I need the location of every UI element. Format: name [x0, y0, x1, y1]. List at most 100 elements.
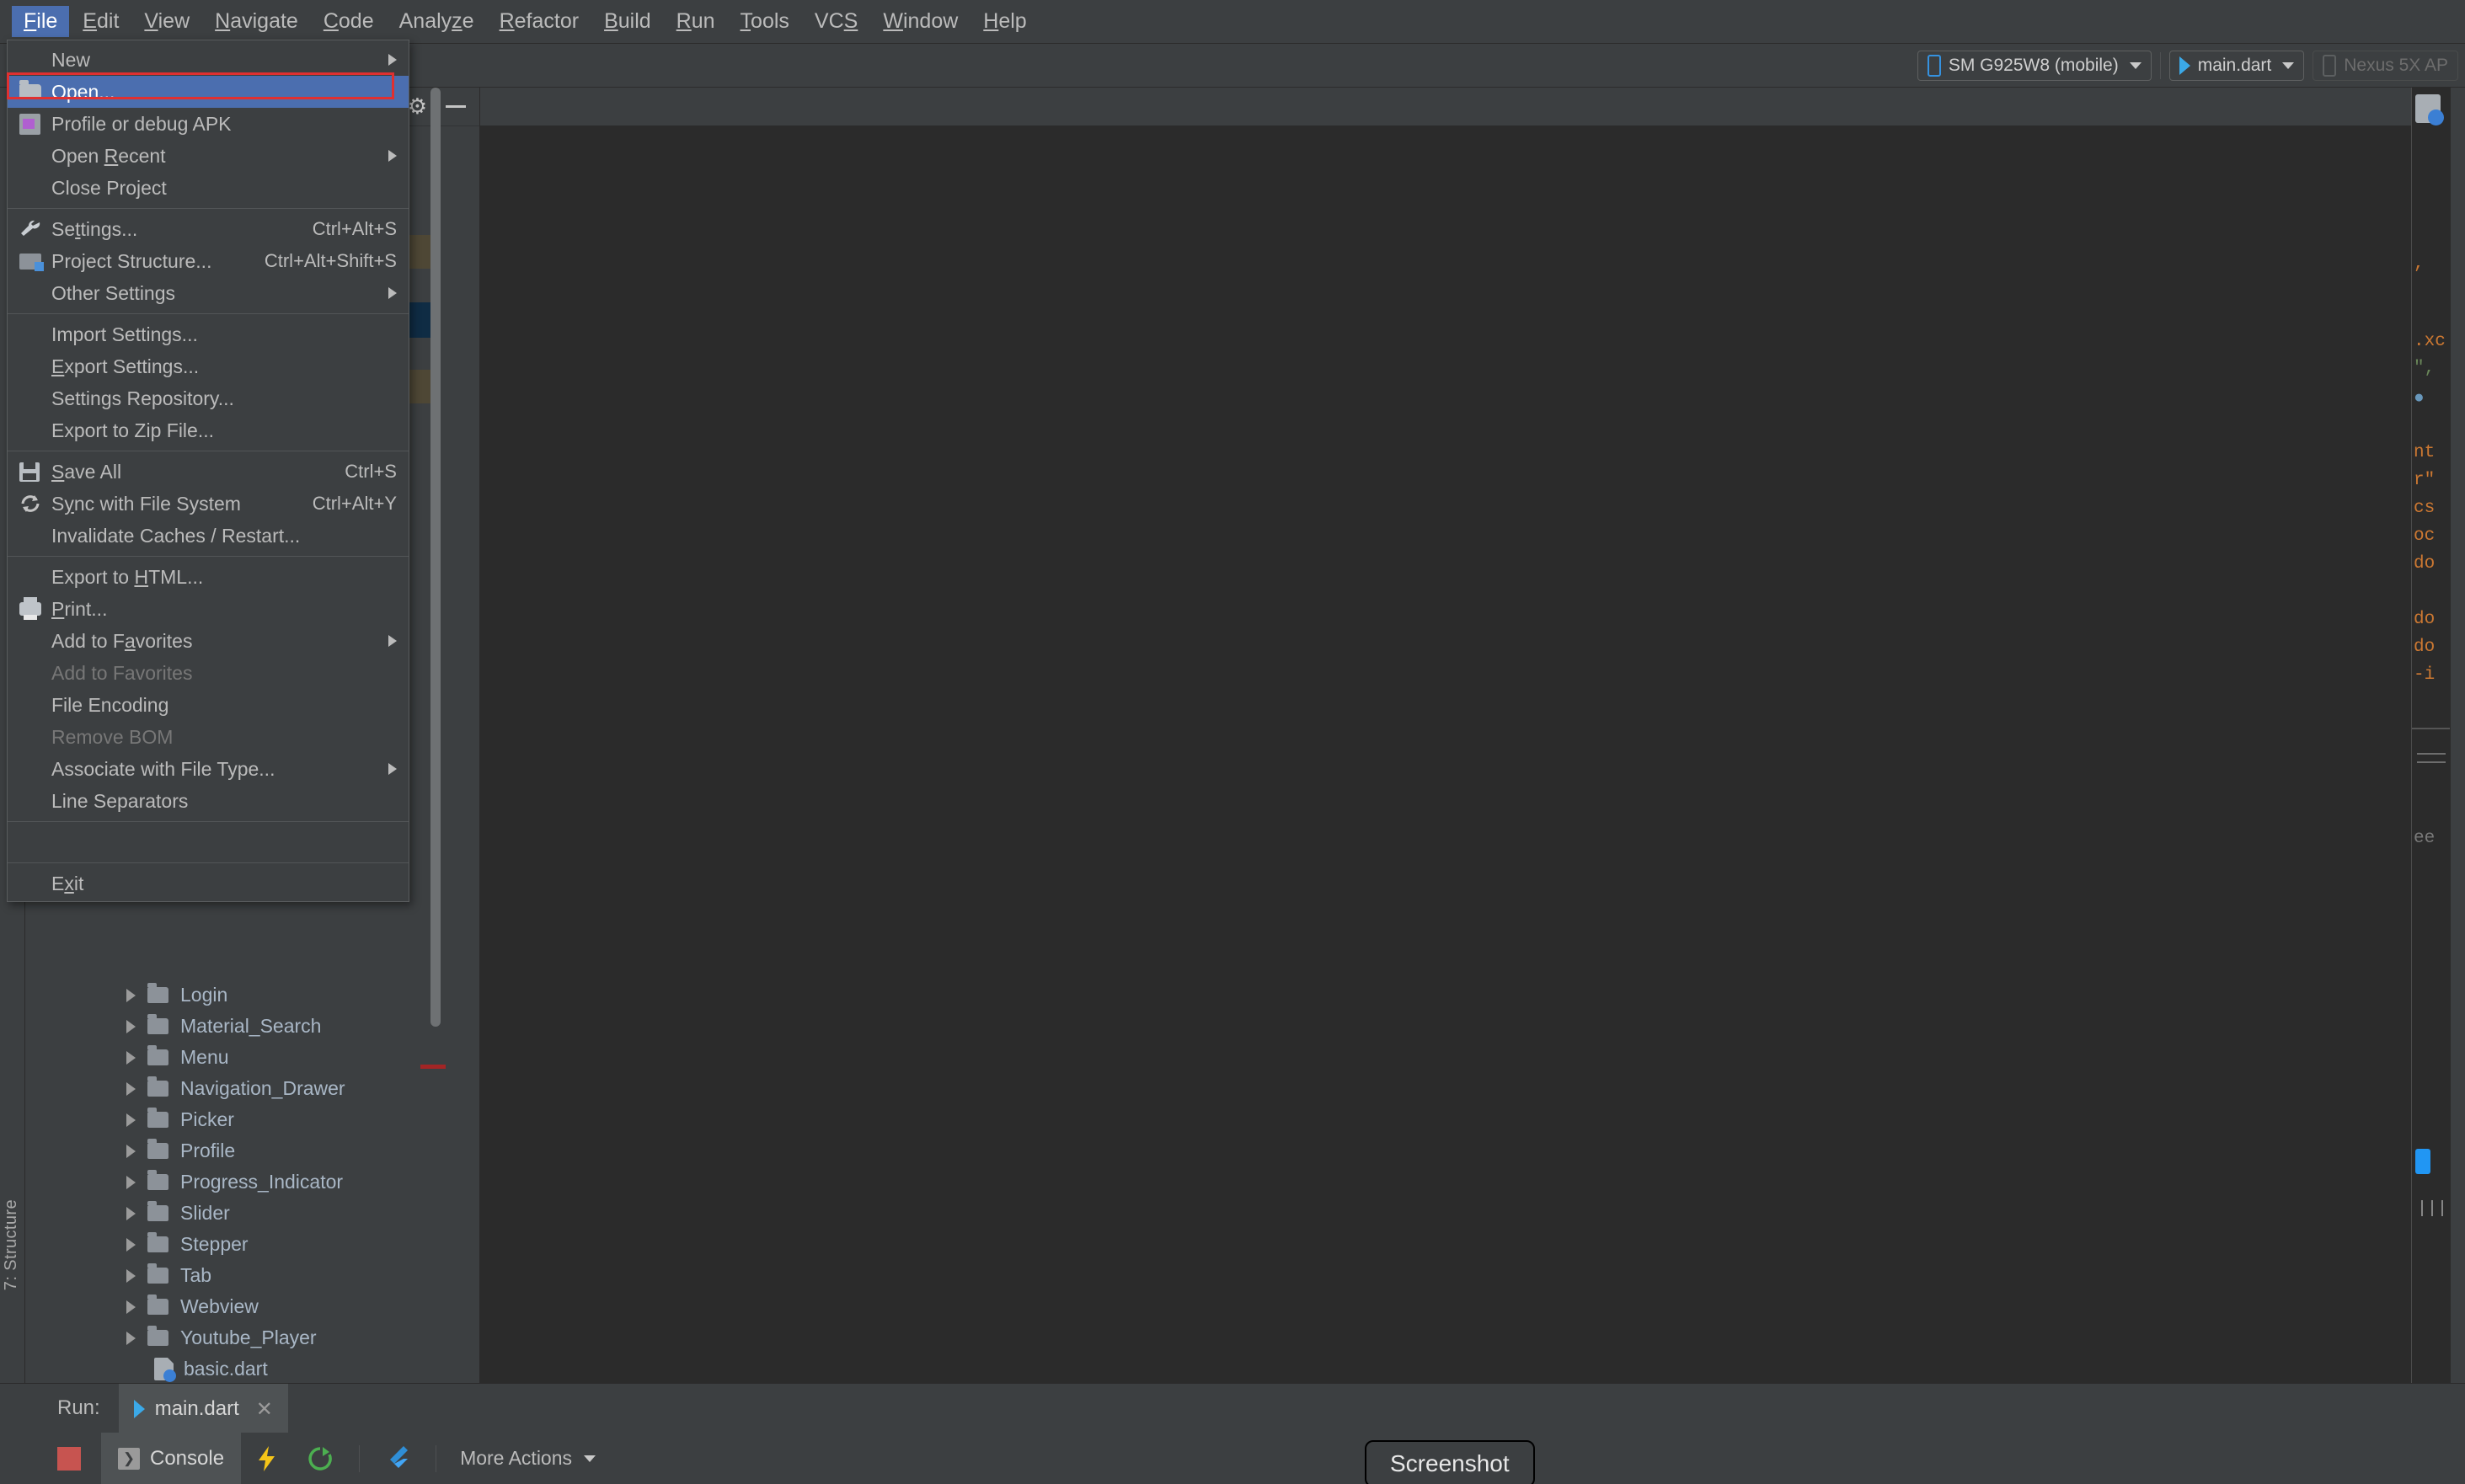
menu-item-power-save-mode[interactable] — [8, 826, 409, 858]
tree-item-label: Login — [180, 984, 228, 1006]
menubar-item-edit[interactable]: Edit — [71, 6, 131, 37]
menu-item-project-structure[interactable]: Project Structure... Ctrl+Alt+Shift+S — [8, 245, 409, 277]
stop-button[interactable] — [57, 1446, 81, 1471]
more-actions-button[interactable]: More Actions — [460, 1447, 596, 1470]
menu-item-shortcut: Ctrl+S — [345, 461, 397, 482]
code-editor[interactable] — [480, 126, 2411, 1383]
file-menu-dropdown: New Open... Profile or debug APK Open Re… — [7, 40, 409, 902]
menu-item-close-project[interactable]: Close Project — [8, 172, 409, 204]
menu-item-save-all[interactable]: Save All Ctrl+S — [8, 456, 409, 488]
menu-item-other-settings[interactable]: Other Settings — [8, 277, 409, 309]
phone-preview-icon — [2415, 1149, 2430, 1174]
expand-arrow-icon[interactable] — [126, 1237, 136, 1252]
code-fragment: ee — [2414, 829, 2436, 848]
menu-item-remove-bom[interactable]: File Encoding — [8, 689, 409, 721]
menu-item-settings-repository[interactable]: Settings Repository... — [8, 382, 409, 414]
tree-item-login[interactable]: Login — [25, 980, 479, 1011]
minimize-icon[interactable] — [446, 105, 466, 108]
menubar-item-analyze[interactable]: Analyze — [388, 6, 486, 37]
code-fragment: do — [2414, 610, 2436, 629]
menu-item-label: Export to HTML... — [51, 565, 204, 588]
code-fragment: ||| — [2417, 1199, 2448, 1219]
tree-item-label: Slider — [180, 1202, 230, 1224]
menu-item-settings[interactable]: Settings... Ctrl+Alt+S — [8, 213, 409, 245]
menu-item-line-separators[interactable]: Associate with File Type... — [8, 753, 409, 785]
tree-item-webview[interactable]: Webview — [25, 1291, 479, 1322]
menu-item-export-settings[interactable]: Export Settings... — [8, 350, 409, 382]
gear-icon[interactable]: ⚙ — [408, 93, 427, 120]
print-icon — [19, 597, 43, 620]
tree-item-progress-indicator[interactable]: Progress_Indicator — [25, 1166, 479, 1198]
console-tab[interactable]: ❯ Console — [101, 1433, 242, 1484]
expand-arrow-icon[interactable] — [126, 1300, 136, 1314]
menu-item-import-settings[interactable]: Import Settings... — [8, 318, 409, 350]
menu-item-export-to-zip-file[interactable]: Export to Zip File... — [8, 414, 409, 446]
tree-item-stepper[interactable]: Stepper — [25, 1229, 479, 1260]
menu-item-exit[interactable]: Exit — [8, 867, 409, 899]
expand-arrow-icon[interactable] — [126, 1019, 136, 1033]
tree-item-picker[interactable]: Picker — [25, 1104, 479, 1135]
menu-item-sync-with-file-system[interactable]: Sync with File System Ctrl+Alt+Y — [8, 488, 409, 520]
secondary-editor-sliver[interactable]: , .xc ", ● nt r" cs oc do do do -i ee ||… — [2411, 88, 2450, 1383]
menu-item-invalidate-caches-restart[interactable]: Invalidate Caches / Restart... — [8, 520, 409, 552]
tree-item-profile[interactable]: Profile — [25, 1135, 479, 1166]
flutter-inspector-icon[interactable] — [385, 1444, 410, 1473]
expand-arrow-icon[interactable] — [126, 988, 136, 1002]
menu-item-export-to-html[interactable]: Export to HTML... — [8, 561, 409, 593]
menu-item-profile-or-debug-apk[interactable]: Profile or debug APK — [8, 108, 409, 140]
menubar-item-tools[interactable]: Tools — [729, 6, 801, 37]
hot-reload-icon[interactable] — [254, 1444, 280, 1473]
tree-item-menu[interactable]: Menu — [25, 1042, 479, 1073]
tree-item-navigation-drawer[interactable]: Navigation_Drawer — [25, 1073, 479, 1104]
tree-item-material-search[interactable]: Material_Search — [25, 1011, 479, 1042]
tree-item-slider[interactable]: Slider — [25, 1198, 479, 1229]
menu-item-shortcut: Ctrl+Alt+Y — [312, 493, 397, 514]
folder-icon — [147, 1108, 168, 1128]
close-icon[interactable]: ✕ — [256, 1397, 273, 1422]
menubar-item-run[interactable]: Run — [665, 6, 727, 37]
expand-arrow-icon[interactable] — [126, 1268, 136, 1283]
menubar-item-help[interactable]: Help — [971, 6, 1038, 37]
menu-item-label: Print... — [51, 597, 108, 620]
project-tree-scrollbar[interactable] — [430, 88, 441, 1027]
menubar-item-build[interactable]: Build — [592, 6, 663, 37]
tree-item-youtube-player[interactable]: Youtube_Player — [25, 1322, 479, 1353]
run-toolbar: ❯ Console More Actions — [0, 1433, 2465, 1484]
run-configuration-selector[interactable]: main.dart — [2168, 50, 2305, 81]
expand-arrow-icon[interactable] — [126, 1050, 136, 1065]
editor-canvas[interactable] — [481, 126, 2411, 1383]
tool-window-structure[interactable]: 7: Structure — [2, 1199, 21, 1290]
menu-item-make-directory-read-only[interactable]: Line Separators — [8, 785, 409, 817]
expand-arrow-icon[interactable] — [126, 1331, 136, 1345]
menubar-item-navigate[interactable]: Navigate — [203, 6, 310, 37]
menubar-item-vcs[interactable]: VCS — [803, 6, 869, 37]
menu-item-add-to-favorites[interactable]: Add to Favorites — [8, 625, 409, 657]
tree-item-label: Picker — [180, 1108, 234, 1130]
toolbar-right-group: SM G925W8 (mobile) main.dart Nexus 5X AP — [1917, 50, 2465, 81]
hot-restart-icon[interactable] — [307, 1445, 334, 1472]
expand-arrow-icon[interactable] — [126, 1113, 136, 1127]
menu-item-new[interactable]: New — [8, 44, 409, 76]
expand-arrow-icon[interactable] — [126, 1206, 136, 1220]
toolbar-divider — [2159, 51, 2161, 79]
run-tab-label: main.dart — [154, 1397, 239, 1420]
menu-item-open-recent[interactable]: Open Recent — [8, 140, 409, 172]
menu-separator — [8, 208, 409, 209]
run-tab-main-dart[interactable]: main.dart ✕ — [118, 1384, 288, 1433]
menu-item-label: Settings Repository... — [51, 387, 234, 409]
expand-arrow-icon[interactable] — [126, 1175, 136, 1189]
avd-selector[interactable]: Nexus 5X AP — [2313, 50, 2458, 81]
menubar-item-refactor[interactable]: Refactor — [488, 6, 591, 37]
menubar-item-window[interactable]: Window — [871, 6, 970, 37]
expand-arrow-icon[interactable] — [126, 1144, 136, 1158]
menubar-item-code[interactable]: Code — [312, 6, 386, 37]
menu-item-print[interactable]: Print... — [8, 593, 409, 625]
submenu-arrow-icon — [388, 54, 397, 66]
tree-item-tab[interactable]: Tab — [25, 1260, 479, 1291]
menu-item-open[interactable]: Open... — [8, 76, 409, 108]
expand-arrow-icon[interactable] — [126, 1081, 136, 1096]
menubar-item-file[interactable]: File — [12, 6, 70, 37]
tree-item-basic-dart[interactable]: basic.dart — [25, 1353, 479, 1383]
device-selector[interactable]: SM G925W8 (mobile) — [1917, 50, 2152, 81]
menubar-item-view[interactable]: View — [132, 6, 201, 37]
